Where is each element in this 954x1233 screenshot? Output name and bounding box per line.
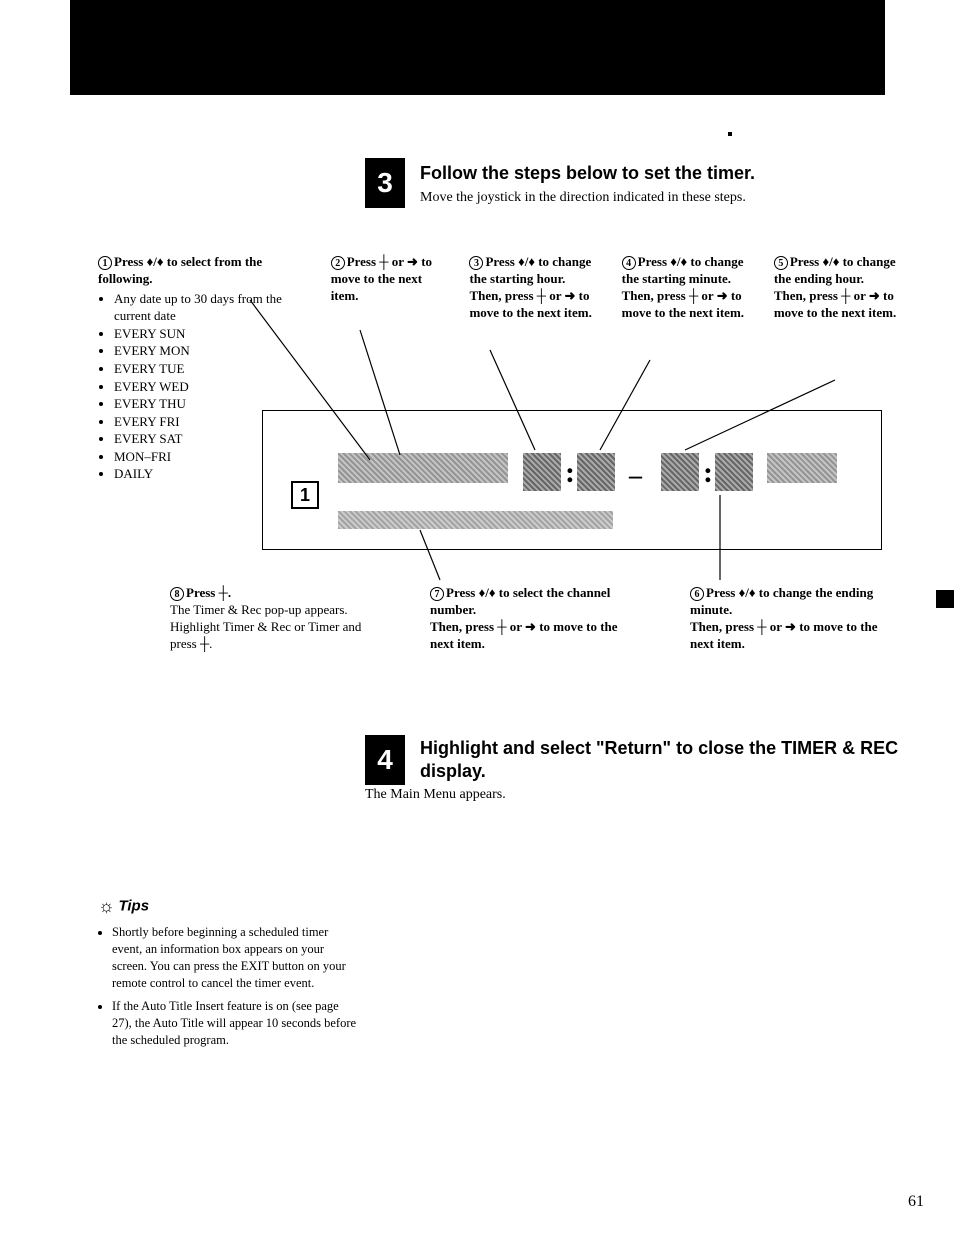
artifact-dot (728, 132, 732, 136)
b7-tail: Then, press ┼ or ➜ to move to the next i… (430, 619, 630, 653)
col4-head: Press ♦/♦ to change the starting minute. (622, 254, 744, 286)
step-3: 3 Follow the steps below to set the time… (365, 158, 925, 208)
col4-tail: Then, press ┼ or ➜ to move to the next i… (622, 288, 756, 322)
step-4: 4 Highlight and select "Return" to close… (365, 735, 925, 804)
list-item: EVERY SUN (114, 325, 313, 343)
step-4-title: Highlight and select "Return" to close t… (365, 735, 925, 782)
col1-head: Press ♦/♦ to select from the following. (98, 254, 262, 286)
page-number: 61 (908, 1192, 924, 1213)
step-4-number: 4 (365, 735, 405, 785)
header-black-bar (70, 0, 885, 95)
list-item: EVERY TUE (114, 360, 313, 378)
circled-6: 6 (690, 587, 704, 601)
b7-head: Press ♦/♦ to select the channel number. (430, 585, 610, 617)
b6-head: Press ♦/♦ to change the ending minute. (690, 585, 873, 617)
diagram-colon-1: : (565, 453, 575, 492)
tips-section: ☼Tips Shortly before beginning a schedul… (98, 895, 358, 1055)
circled-4: 4 (622, 256, 636, 270)
circled-8: 8 (170, 587, 184, 601)
diagram-colon-2: : (703, 453, 713, 492)
col5-head: Press ♦/♦ to change the ending hour. (774, 254, 896, 286)
tip-item: Shortly before beginning a scheduled tim… (112, 924, 358, 992)
step-3-title: Follow the steps below to set the timer. (365, 158, 925, 185)
diagram-dash: – (629, 459, 642, 493)
circled-7: 7 (430, 587, 444, 601)
timer-diagram: 1 : – : (262, 410, 882, 550)
instruction-columns-bottom: 8Press ┼. The Timer & Rec pop-up appears… (170, 585, 890, 653)
tips-label: Tips (119, 898, 150, 915)
circled-2: 2 (331, 256, 345, 270)
b8-tail: The Timer & Rec pop-up appears. Highligh… (170, 602, 370, 653)
list-item: EVERY MON (114, 342, 313, 360)
list-item: Any date up to 30 days from the current … (114, 290, 313, 325)
circled-5: 5 (774, 256, 788, 270)
col2-head: Press ┼ or ➜ to move to the next item. (331, 254, 432, 303)
diagram-bottom-bar (338, 511, 613, 529)
step-3-number: 3 (365, 158, 405, 208)
b8-head: Press ┼. (186, 585, 231, 600)
circled-3: 3 (469, 256, 483, 270)
col3-head: Press ♦/♦ to change the starting hour. (469, 254, 591, 286)
circled-1: 1 (98, 256, 112, 270)
diagram-slot-1: 1 (291, 481, 319, 509)
step-4-subtitle: The Main Menu appears. (365, 786, 925, 804)
page-edge-marker (936, 590, 954, 608)
lightbulb-icon: ☼ (98, 895, 115, 918)
diagram-start-hour (523, 453, 561, 491)
diagram-channel (767, 453, 837, 483)
diagram-end-hour (661, 453, 699, 491)
diagram-start-min (577, 453, 615, 491)
step-3-subtitle: Move the joystick in the direction indic… (365, 189, 925, 207)
tip-item: If the Auto Title Insert feature is on (… (112, 998, 358, 1049)
diagram-date-field (338, 453, 508, 483)
b6-tail: Then, press ┼ or ➜ to move to the next i… (690, 619, 890, 653)
col3-tail: Then, press ┼ or ➜ to move to the next i… (469, 288, 603, 322)
list-item: EVERY WED (114, 378, 313, 396)
col5-tail: Then, press ┼ or ➜ to move to the next i… (774, 288, 908, 322)
diagram-end-min (715, 453, 753, 491)
